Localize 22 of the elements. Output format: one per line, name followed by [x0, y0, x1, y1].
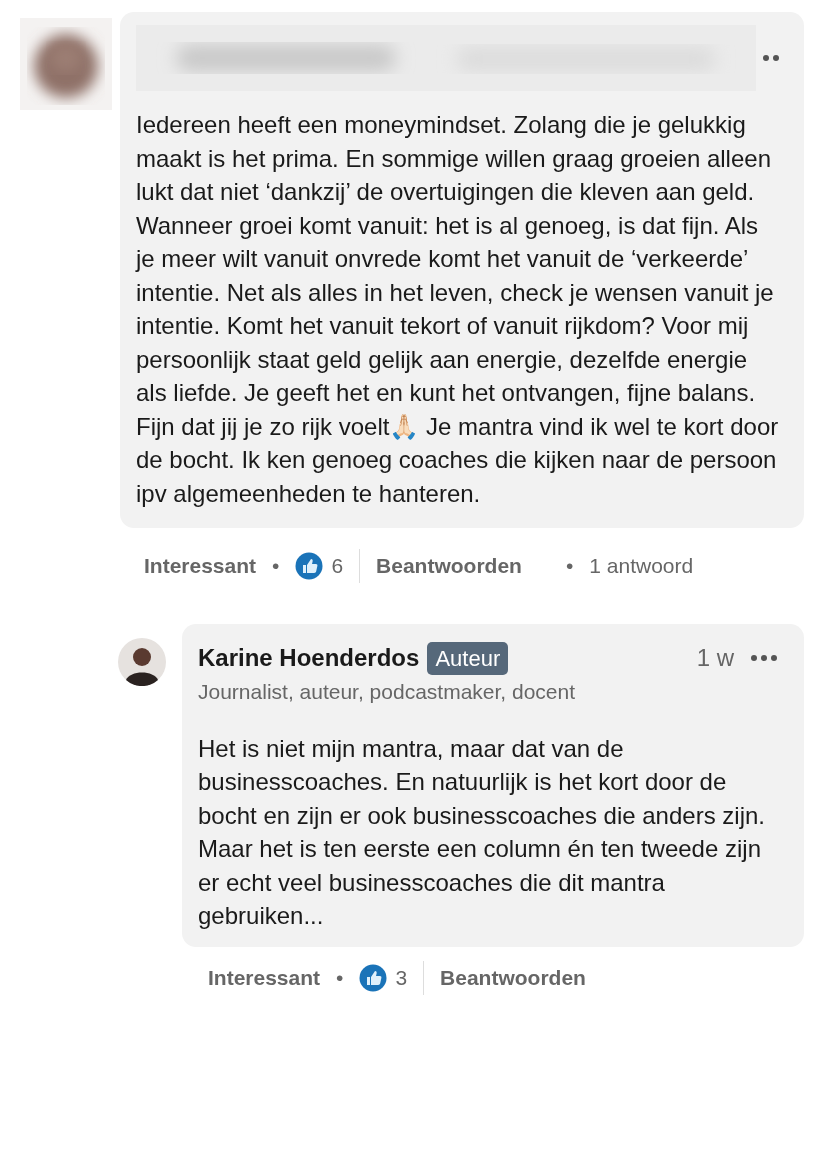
like-button[interactable]: Interessant — [144, 550, 257, 582]
bullet: • — [336, 964, 344, 991]
reaction-count[interactable]: 3 — [395, 961, 408, 994]
bullet: • — [565, 553, 574, 580]
author-headline: Journalist, auteur, podcastmaker, docent — [198, 679, 577, 705]
thumbs-up-icon — [295, 552, 324, 580]
author-badge: Auteur — [427, 641, 509, 675]
author-name[interactable]: Karine Hoenderdos — [198, 640, 420, 676]
bullet: • — [272, 553, 280, 580]
avatar[interactable] — [118, 638, 166, 686]
comment-text: Fijn dat jij je zo rijk voelt🙏🏻 Je mantra vind ik wel te kort door de bocht. Ik ken genoeg coaches die kijken naar de persoon ipv algemeenheden te hanteren. — [136, 411, 780, 509]
comment-text: Het is niet mijn mantra, maar dat van de businesscoaches. En natuurlijk is het kort door de bocht en zijn er ook businesscoaches die anders zijn. Maar het is ten eerste een column én ten tweede zijn er echt veel businesscoaches die dit mantra gebruiken... — [198, 733, 766, 931]
timestamp: 1 w — [696, 643, 734, 673]
more-icon[interactable] — [750, 654, 778, 662]
reply-button[interactable]: Beantwoorden — [376, 550, 522, 582]
replies-count[interactable]: 1 antwoord — [589, 550, 694, 582]
reaction-count[interactable]: 6 — [331, 550, 344, 582]
like-button[interactable]: Interessant — [208, 961, 321, 994]
thumbs-up-icon — [359, 963, 388, 992]
more-icon[interactable] — [762, 54, 780, 62]
comment-text: Iedereen heeft een moneymindset. Zolang die je gelukkig maakt is het prima. En sommige willen graag groeien alleen lukt dat niet ‘dankzij’ de overtuigingen die kleven aan geld. Wanneer groei komt vanuit: het is al genoeg, is dat fijn. Als je meer wilt vanuit onvrede komt het vanuit de ‘verkeerde’ intentie. Net als alles in het leven, check je wensen vanuit je intentie. Komt het vanuit tekort of vanuit rijkdom? Voor mij persoonlijk staat geld gelijk aan energie, dezelfde energie als liefde. Je geeft het en kunt het ontvangen, fijne balans. — [136, 110, 775, 408]
reply-button[interactable]: Beantwoorden — [440, 961, 586, 994]
